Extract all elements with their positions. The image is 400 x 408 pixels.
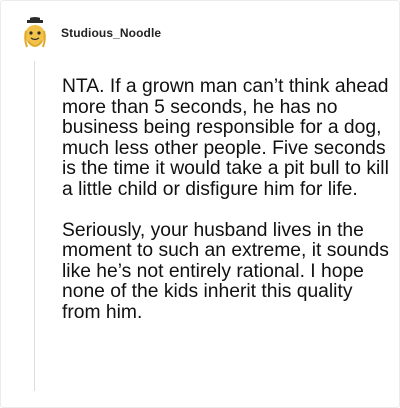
- noodle-avatar-icon[interactable]: [18, 17, 52, 51]
- username[interactable]: Studious_Noodle: [61, 26, 161, 40]
- comment-paragraph: Seriously, your husband lives in the mom…: [62, 219, 389, 323]
- comment-card: Studious_Noodle NTA. If a grown man can’…: [0, 0, 400, 408]
- thread-line: [34, 61, 35, 391]
- comment-header: Studious_Noodle: [18, 16, 161, 52]
- comment-paragraph: NTA. If a grown man can’t think ahead mo…: [62, 76, 389, 200]
- comment-body: NTA. If a grown man can’t think ahead mo…: [62, 76, 392, 323]
